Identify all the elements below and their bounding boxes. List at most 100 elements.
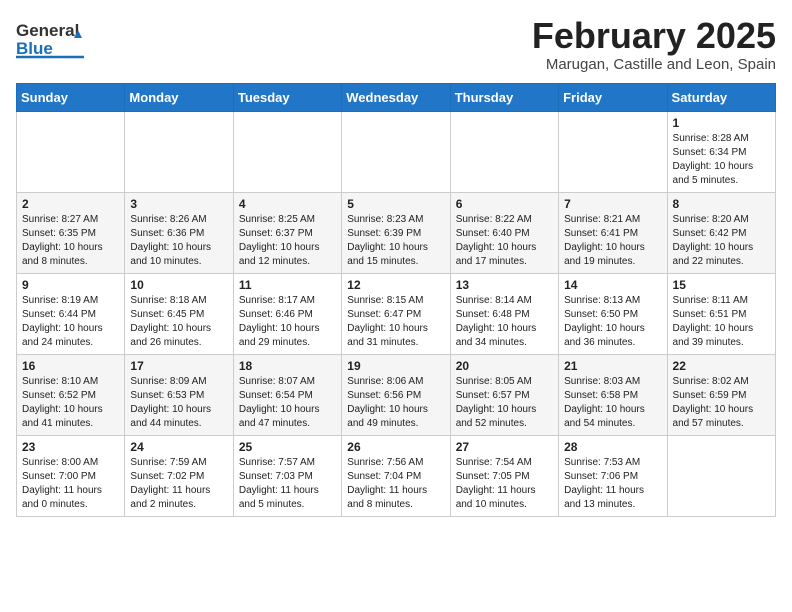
day-number: 27	[456, 440, 553, 454]
day-info: Sunrise: 8:28 AM Sunset: 6:34 PM Dayligh…	[673, 132, 770, 188]
calendar-cell: 18 Sunrise: 8:07 AM Sunset: 6:54 PM Dayli…	[233, 354, 341, 435]
calendar-week-0: 1 Sunrise: 8:28 AM Sunset: 6:34 PM Daylig…	[17, 111, 776, 192]
calendar-cell: 2 Sunrise: 8:27 AM Sunset: 6:35 PM Daylig…	[17, 192, 125, 273]
day-number: 22	[673, 359, 770, 373]
day-info: Sunrise: 8:15 AM Sunset: 6:47 PM Dayligh…	[347, 294, 444, 350]
day-info: Sunrise: 8:17 AM Sunset: 6:46 PM Dayligh…	[239, 294, 336, 350]
weekday-header-wednesday: Wednesday	[342, 83, 450, 111]
day-info: Sunrise: 8:05 AM Sunset: 6:57 PM Dayligh…	[456, 375, 553, 431]
title-area: February 2025 Marugan, Castille and Leon…	[532, 16, 776, 73]
day-info: Sunrise: 8:18 AM Sunset: 6:45 PM Dayligh…	[130, 294, 227, 350]
calendar-cell	[450, 111, 558, 192]
day-info: Sunrise: 8:27 AM Sunset: 6:35 PM Dayligh…	[22, 213, 119, 269]
calendar-cell	[17, 111, 125, 192]
weekday-header-sunday: Sunday	[17, 83, 125, 111]
calendar-cell	[342, 111, 450, 192]
calendar-cell: 6Sunrise: 8:22 AM Sunset: 6:40 PM Daylig…	[450, 192, 558, 273]
day-number: 7	[564, 197, 661, 211]
weekday-header-monday: Monday	[125, 83, 233, 111]
calendar-cell: 7 Sunrise: 8:21 AM Sunset: 6:41 PM Daylig…	[559, 192, 667, 273]
calendar-cell	[233, 111, 341, 192]
calendar-header-row: SundayMondayTuesdayWednesdayThursdayFrid…	[17, 83, 776, 111]
day-number: 10	[130, 278, 227, 292]
day-info: Sunrise: 7:56 AM Sunset: 7:04 PM Dayligh…	[347, 456, 444, 512]
calendar-cell: 5 Sunrise: 8:23 AM Sunset: 6:39 PM Daylig…	[342, 192, 450, 273]
day-number: 15	[673, 278, 770, 292]
calendar-cell: 16 Sunrise: 8:10 AM Sunset: 6:52 PM Dayli…	[17, 354, 125, 435]
day-number: 21	[564, 359, 661, 373]
calendar-cell	[559, 111, 667, 192]
weekday-header-thursday: Thursday	[450, 83, 558, 111]
calendar-cell: 10 Sunrise: 8:18 AM Sunset: 6:45 PM Dayli…	[125, 273, 233, 354]
day-info: Sunrise: 8:00 AM Sunset: 7:00 PM Dayligh…	[22, 456, 119, 512]
day-info: Sunrise: 8:20 AM Sunset: 6:42 PM Dayligh…	[673, 213, 770, 269]
day-number: 23	[22, 440, 119, 454]
day-number: 20	[456, 359, 553, 373]
calendar-cell: 1 Sunrise: 8:28 AM Sunset: 6:34 PM Daylig…	[667, 111, 775, 192]
weekday-header-saturday: Saturday	[667, 83, 775, 111]
calendar-cell: 26 Sunrise: 7:56 AM Sunset: 7:04 PM Dayli…	[342, 435, 450, 516]
calendar-cell: 14 Sunrise: 8:13 AM Sunset: 6:50 PM Dayli…	[559, 273, 667, 354]
page-header: General Blue February 2025 Marugan, Cast…	[16, 16, 776, 73]
calendar-cell: 20 Sunrise: 8:05 AM Sunset: 6:57 PM Dayli…	[450, 354, 558, 435]
day-info: Sunrise: 7:54 AM Sunset: 7:05 PM Dayligh…	[456, 456, 553, 512]
day-number: 16	[22, 359, 119, 373]
day-number: 5	[347, 197, 444, 211]
calendar-cell: 12Sunrise: 8:15 AM Sunset: 6:47 PM Dayli…	[342, 273, 450, 354]
calendar-cell: 25 Sunrise: 7:57 AM Sunset: 7:03 PM Dayli…	[233, 435, 341, 516]
calendar-cell: 8Sunrise: 8:20 AM Sunset: 6:42 PM Daylig…	[667, 192, 775, 273]
day-info: Sunrise: 8:26 AM Sunset: 6:36 PM Dayligh…	[130, 213, 227, 269]
day-number: 26	[347, 440, 444, 454]
calendar-cell	[667, 435, 775, 516]
logo-svg: General Blue	[16, 16, 86, 60]
svg-text:Blue: Blue	[16, 39, 53, 58]
calendar-cell: 3Sunrise: 8:26 AM Sunset: 6:36 PM Daylig…	[125, 192, 233, 273]
day-info: Sunrise: 8:06 AM Sunset: 6:56 PM Dayligh…	[347, 375, 444, 431]
calendar-cell: 23 Sunrise: 8:00 AM Sunset: 7:00 PM Dayli…	[17, 435, 125, 516]
day-info: Sunrise: 8:19 AM Sunset: 6:44 PM Dayligh…	[22, 294, 119, 350]
day-info: Sunrise: 8:10 AM Sunset: 6:52 PM Dayligh…	[22, 375, 119, 431]
day-info: Sunrise: 8:23 AM Sunset: 6:39 PM Dayligh…	[347, 213, 444, 269]
logo: General Blue	[16, 16, 86, 60]
calendar-cell: 13Sunrise: 8:14 AM Sunset: 6:48 PM Dayli…	[450, 273, 558, 354]
day-info: Sunrise: 8:21 AM Sunset: 6:41 PM Dayligh…	[564, 213, 661, 269]
day-info: Sunrise: 7:53 AM Sunset: 7:06 PM Dayligh…	[564, 456, 661, 512]
calendar-cell: 19Sunrise: 8:06 AM Sunset: 6:56 PM Dayli…	[342, 354, 450, 435]
day-number: 14	[564, 278, 661, 292]
calendar-week-2: 9 Sunrise: 8:19 AM Sunset: 6:44 PM Daylig…	[17, 273, 776, 354]
calendar-cell: 15 Sunrise: 8:11 AM Sunset: 6:51 PM Dayli…	[667, 273, 775, 354]
day-number: 25	[239, 440, 336, 454]
day-number: 4	[239, 197, 336, 211]
calendar-cell: 17 Sunrise: 8:09 AM Sunset: 6:53 PM Dayli…	[125, 354, 233, 435]
day-number: 28	[564, 440, 661, 454]
calendar-week-3: 16 Sunrise: 8:10 AM Sunset: 6:52 PM Dayli…	[17, 354, 776, 435]
day-number: 2	[22, 197, 119, 211]
calendar-cell: 28 Sunrise: 7:53 AM Sunset: 7:06 PM Dayli…	[559, 435, 667, 516]
day-info: Sunrise: 8:09 AM Sunset: 6:53 PM Dayligh…	[130, 375, 227, 431]
day-info: Sunrise: 8:25 AM Sunset: 6:37 PM Dayligh…	[239, 213, 336, 269]
day-info: Sunrise: 7:59 AM Sunset: 7:02 PM Dayligh…	[130, 456, 227, 512]
calendar-cell: 4 Sunrise: 8:25 AM Sunset: 6:37 PM Daylig…	[233, 192, 341, 273]
month-title: February 2025	[532, 16, 776, 56]
calendar-cell: 9 Sunrise: 8:19 AM Sunset: 6:44 PM Daylig…	[17, 273, 125, 354]
calendar-table: SundayMondayTuesdayWednesdayThursdayFrid…	[16, 83, 776, 517]
svg-text:General: General	[16, 21, 79, 40]
weekday-header-friday: Friday	[559, 83, 667, 111]
day-number: 6	[456, 197, 553, 211]
calendar-cell: 24 Sunrise: 7:59 AM Sunset: 7:02 PM Dayli…	[125, 435, 233, 516]
day-number: 18	[239, 359, 336, 373]
day-number: 17	[130, 359, 227, 373]
day-number: 11	[239, 278, 336, 292]
day-number: 24	[130, 440, 227, 454]
calendar-cell	[125, 111, 233, 192]
calendar-cell: 22Sunrise: 8:02 AM Sunset: 6:59 PM Dayli…	[667, 354, 775, 435]
calendar-cell: 27 Sunrise: 7:54 AM Sunset: 7:05 PM Dayli…	[450, 435, 558, 516]
day-info: Sunrise: 8:07 AM Sunset: 6:54 PM Dayligh…	[239, 375, 336, 431]
day-info: Sunrise: 8:13 AM Sunset: 6:50 PM Dayligh…	[564, 294, 661, 350]
day-info: Sunrise: 8:11 AM Sunset: 6:51 PM Dayligh…	[673, 294, 770, 350]
day-number: 9	[22, 278, 119, 292]
location: Marugan, Castille and Leon, Spain	[532, 56, 776, 73]
day-number: 1	[673, 116, 770, 130]
day-info: Sunrise: 7:57 AM Sunset: 7:03 PM Dayligh…	[239, 456, 336, 512]
day-info: Sunrise: 8:03 AM Sunset: 6:58 PM Dayligh…	[564, 375, 661, 431]
